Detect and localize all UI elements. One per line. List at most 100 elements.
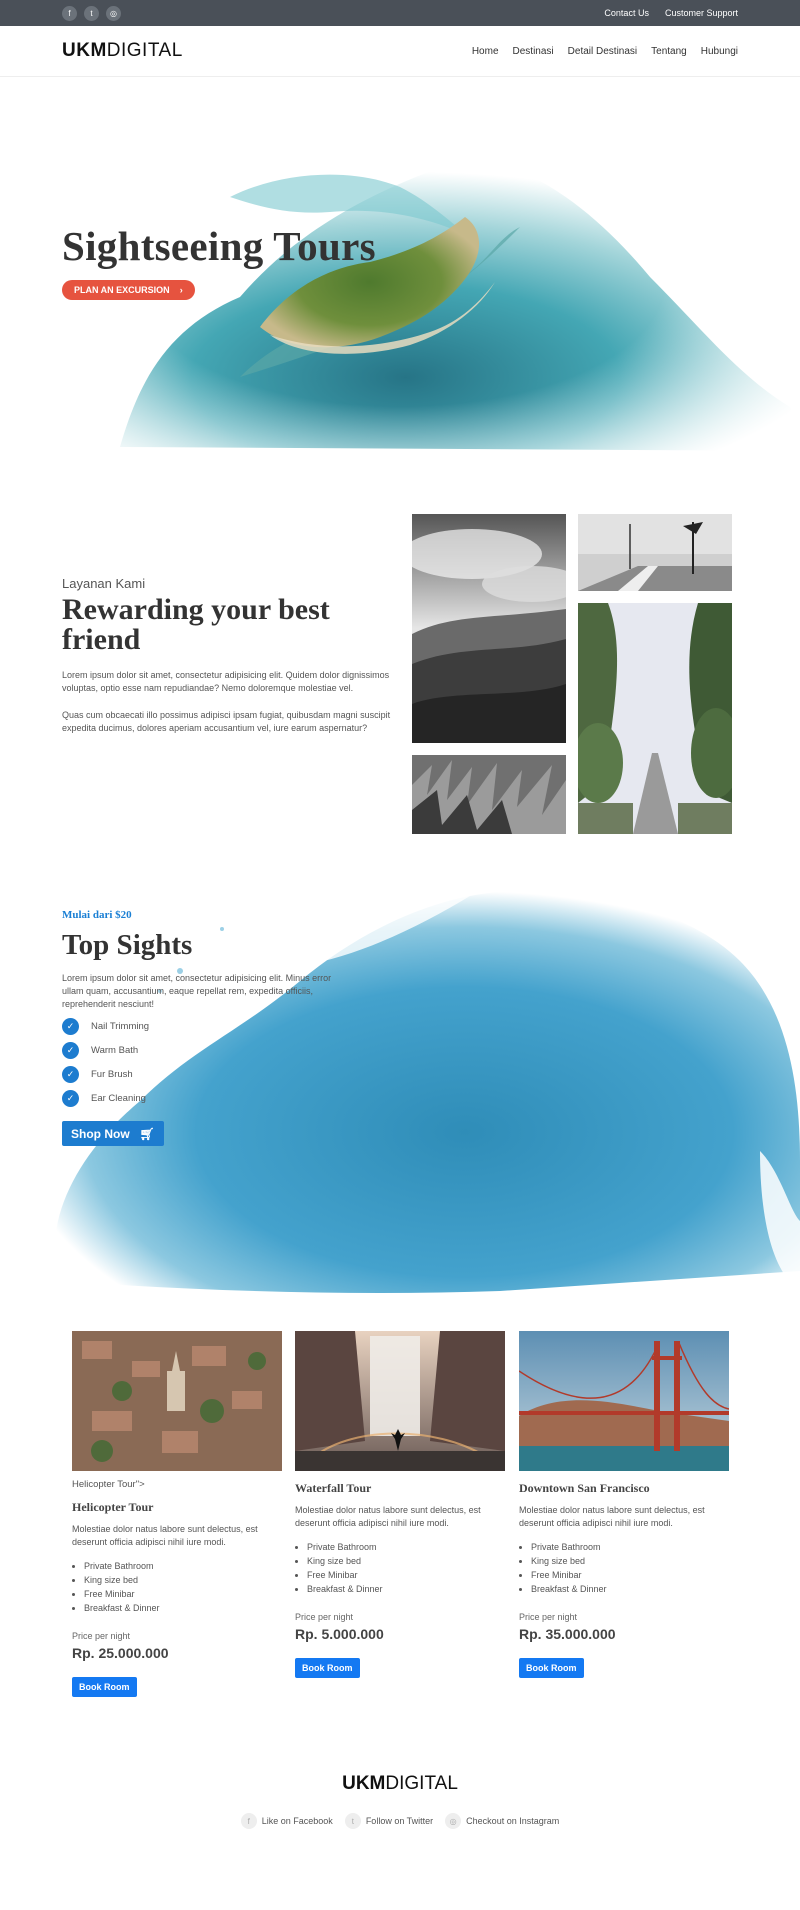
feature-label: Warm Bath <box>91 1045 139 1056</box>
feature-item: ✓ Fur Brush <box>62 1066 332 1083</box>
room-price: Rp. 5.000.000 <box>295 1626 384 1642</box>
photo-tree-road <box>578 603 732 834</box>
top-sights-content: Mulai dari $20 Top Sights Lorem ipsum do… <box>62 909 332 1146</box>
feature-label: Fur Brush <box>91 1069 133 1080</box>
amenity-item: King size bed <box>84 1573 282 1587</box>
room-card-waterfall: Waterfall Tour Molestiae dolor natus lab… <box>295 1331 505 1678</box>
room-image-waterfall[interactable] <box>295 1331 505 1471</box>
book-room-button[interactable]: Book Room <box>519 1658 584 1678</box>
amenity-item: Free Minibar <box>307 1568 505 1582</box>
room-description: Molestiae dolor natus labore sunt delect… <box>72 1524 258 1547</box>
amenities-list: Private Bathroom King size bed Free Mini… <box>295 1540 505 1596</box>
feature-item: ✓ Ear Cleaning <box>62 1090 332 1107</box>
footer: UKMDIGITAL f Like on Facebook t Follow on … <box>0 1771 800 1905</box>
twitter-icon: t <box>344 1813 361 1829</box>
room-image-bridge[interactable] <box>519 1331 729 1471</box>
footer-social-links: f Like on Facebook t Follow on Twitter ◎ Ch… <box>0 1813 800 1829</box>
room-price: Rp. 35.000.000 <box>519 1626 616 1642</box>
check-icon: ✓ <box>62 1018 79 1035</box>
rooms-section: Helicopter Tour"> Helicopter Tour Molest… <box>0 1301 800 1771</box>
book-room-button[interactable]: Book Room <box>72 1677 137 1697</box>
amenity-item: King size bed <box>531 1554 729 1568</box>
instagram-icon[interactable]: ◎ <box>106 5 121 21</box>
footer-logo-bold: UKM <box>342 1773 386 1794</box>
amenity-item: Private Bathroom <box>531 1540 729 1554</box>
photo-grass <box>412 755 566 834</box>
services-section: Layanan Kami Rewarding your best friend … <box>0 451 800 871</box>
facebook-icon[interactable]: f <box>62 5 77 21</box>
amenity-item: Breakfast & Dinner <box>531 1582 729 1596</box>
services-text: Layanan Kami Rewarding your best friend … <box>62 576 392 735</box>
starting-price: Mulai dari $20 <box>62 909 132 921</box>
hero-content: Sightseeing Tours PLAN AN EXCURSION › <box>62 222 376 300</box>
social-links: f t ◎ <box>62 5 121 21</box>
nav-detail-destinasi[interactable]: Detail Destinasi <box>568 46 637 57</box>
services-subtitle: Layanan Kami <box>62 576 146 591</box>
amenity-item: Breakfast & Dinner <box>307 1582 505 1596</box>
shop-now-label: Shop Now <box>71 1126 130 1141</box>
hero-section: Sightseeing Tours PLAN AN EXCURSION › <box>0 77 800 451</box>
feature-label: Nail Trimming <box>91 1021 150 1032</box>
chevron-right-icon: › <box>179 285 183 295</box>
top-sights-title: Top Sights <box>62 929 193 961</box>
nav-hubungi[interactable]: Hubungi <box>701 46 738 57</box>
room-description: Molestiae dolor natus labore sunt delect… <box>295 1505 481 1528</box>
amenity-item: Breakfast & Dinner <box>84 1601 282 1615</box>
twitter-link[interactable]: t Follow on Twitter <box>344 1813 433 1829</box>
room-price: Rp. 25.000.000 <box>72 1645 169 1661</box>
services-paragraph-2: Quas cum obcaecati illo possimus adipisc… <box>62 710 391 733</box>
services-paragraph-1: Lorem ipsum dolor sit amet, consectetur … <box>62 670 390 693</box>
top-sights-description: Lorem ipsum dolor sit amet, consectetur … <box>62 973 332 1009</box>
price-per-night-label: Price per night <box>519 1612 578 1622</box>
site-logo[interactable]: UKMDIGITAL <box>62 40 183 62</box>
hero-title: Sightseeing Tours <box>62 223 376 269</box>
amenity-item: Private Bathroom <box>84 1559 282 1573</box>
logo-light-text: DIGITAL <box>106 40 183 61</box>
photo-pier <box>578 514 732 591</box>
amenity-item: Free Minibar <box>531 1568 729 1582</box>
price-per-night-label: Price per night <box>72 1631 131 1641</box>
nav-destinasi[interactable]: Destinasi <box>513 46 554 57</box>
check-icon: ✓ <box>62 1090 79 1107</box>
footer-logo-light: DIGITAL <box>385 1773 458 1794</box>
top-links: Contact Us Customer Support <box>604 8 738 18</box>
facebook-link-label: Like on Facebook <box>261 1816 333 1826</box>
cart-icon: 🛒︎ <box>139 1126 155 1141</box>
navbar: UKMDIGITAL Home Destinasi Detail Destina… <box>0 26 800 77</box>
amenities-list: Private Bathroom King size bed Free Mini… <box>519 1540 729 1596</box>
room-image-city[interactable] <box>72 1331 282 1471</box>
price-per-night-label: Price per night <box>295 1612 354 1622</box>
twitter-icon[interactable]: t <box>84 5 99 21</box>
room-description: Molestiae dolor natus labore sunt delect… <box>519 1505 705 1528</box>
feature-item: ✓ Warm Bath <box>62 1042 332 1059</box>
top-sights-section: Mulai dari $20 Top Sights Lorem ipsum do… <box>0 871 800 1301</box>
amenity-item: Free Minibar <box>84 1587 282 1601</box>
main-nav: Home Destinasi Detail Destinasi Tentang … <box>472 46 738 57</box>
room-card-san-francisco: Downtown San Francisco Molestiae dolor n… <box>519 1331 729 1678</box>
amenity-item: King size bed <box>307 1554 505 1568</box>
book-room-button[interactable]: Book Room <box>295 1658 360 1678</box>
facebook-link[interactable]: f Like on Facebook <box>240 1813 333 1829</box>
instagram-link-label: Checkout on Instagram <box>466 1816 560 1826</box>
room-title: Waterfall Tour <box>295 1481 372 1495</box>
nav-home[interactable]: Home <box>472 46 499 57</box>
plan-excursion-button[interactable]: PLAN AN EXCURSION › <box>62 280 195 300</box>
check-icon: ✓ <box>62 1042 79 1059</box>
room-title: Helicopter Tour <box>72 1500 154 1514</box>
customer-support-link[interactable]: Customer Support <box>665 8 738 18</box>
logo-bold-text: UKM <box>62 40 107 61</box>
facebook-icon: f <box>240 1813 257 1829</box>
check-icon: ✓ <box>62 1066 79 1083</box>
instagram-link[interactable]: ◎ Checkout on Instagram <box>445 1813 559 1829</box>
footer-logo[interactable]: UKMDIGITAL <box>0 1773 800 1795</box>
shop-now-button[interactable]: Shop Now 🛒︎ <box>62 1121 164 1146</box>
instagram-icon: ◎ <box>445 1813 462 1829</box>
amenities-list: Private Bathroom King size bed Free Mini… <box>72 1559 282 1615</box>
room-title: Downtown San Francisco <box>519 1481 650 1495</box>
nav-tentang[interactable]: Tentang <box>651 46 687 57</box>
room-image-alt-text: Helicopter Tour"> <box>72 1479 145 1490</box>
services-title: Rewarding your best friend <box>62 593 330 656</box>
plan-excursion-label: PLAN AN EXCURSION <box>74 285 170 295</box>
feature-item: ✓ Nail Trimming <box>62 1018 332 1035</box>
contact-us-link[interactable]: Contact Us <box>604 8 649 18</box>
